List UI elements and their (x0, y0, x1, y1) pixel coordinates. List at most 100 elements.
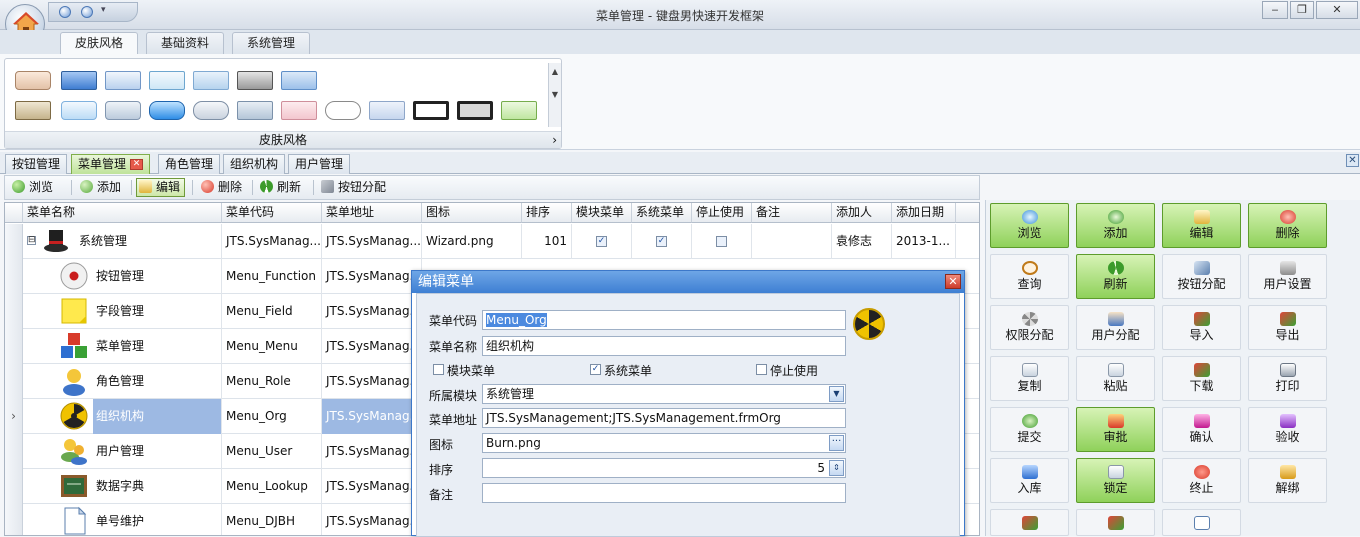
address-input[interactable]: JTS.SysManagement;JTS.SysManagement.frmO… (482, 408, 846, 428)
column-header-stop-use[interactable]: 停止使用 (692, 203, 752, 223)
skin-swatch[interactable] (105, 101, 141, 120)
skin-swatch[interactable] (413, 101, 449, 120)
table-row[interactable]: ⊟ 系统管理 JTS.SysManag... JTS.SysManag... W… (5, 224, 979, 259)
cell-code[interactable]: Menu_Org (222, 399, 322, 434)
panel-approve-button[interactable]: 审批 (1076, 407, 1155, 452)
skin-swatch[interactable] (501, 101, 537, 120)
panel-query-button[interactable]: 查询 (990, 254, 1069, 299)
chevron-down-icon[interactable]: ▼ (829, 386, 844, 402)
row-header[interactable] (5, 504, 23, 535)
panel-terminate-button[interactable]: 终止 (1162, 458, 1241, 503)
cell-name[interactable]: 数据字典 (23, 469, 222, 504)
row-header[interactable] (5, 364, 23, 399)
cell-code[interactable]: Menu_Lookup (222, 469, 322, 504)
cell-address[interactable]: JTS.SysManag... (322, 434, 422, 469)
skin-swatch[interactable] (149, 101, 185, 120)
checkbox-unchecked[interactable] (716, 236, 727, 247)
cell-name[interactable]: 菜单管理 (23, 329, 222, 364)
row-header[interactable] (5, 259, 23, 294)
skin-swatch[interactable] (281, 101, 317, 120)
close-icon[interactable]: ✕ (945, 274, 961, 289)
row-header[interactable] (5, 224, 23, 259)
skin-swatch[interactable] (105, 71, 141, 90)
panel-confirm-button[interactable]: 确认 (1162, 407, 1241, 452)
cell-name[interactable]: 单号维护 (23, 504, 222, 535)
cell-adder[interactable]: 袁修志 (832, 224, 892, 259)
panel-user-settings-button[interactable]: 用户设置 (1248, 254, 1327, 299)
skin-swatch[interactable] (281, 71, 317, 90)
cell-code[interactable]: Menu_DJBH (222, 504, 322, 535)
scroll-up-icon[interactable]: ▲ (549, 67, 561, 76)
column-header-note[interactable]: 备注 (752, 203, 832, 223)
stop-use-checkbox[interactable] (756, 364, 767, 375)
system-menu-checkbox[interactable]: ✓ (590, 364, 601, 375)
icon-input[interactable]: Burn.png ··· (482, 433, 846, 453)
cell-name[interactable]: 角色管理 (23, 364, 222, 399)
panel-unbind-button[interactable]: 解绑 (1248, 458, 1327, 503)
column-header-module-menu[interactable]: 模块菜单 (572, 203, 632, 223)
checkbox-checked[interactable]: ✓ (596, 236, 607, 247)
doc-tab-button-management[interactable]: 按钮管理 (5, 154, 68, 174)
edit-button[interactable]: 编辑 (136, 178, 186, 197)
cell-name[interactable]: 组织机构 (23, 399, 222, 434)
cell-address[interactable]: JTS.SysManag... (322, 504, 422, 535)
row-header[interactable] (5, 329, 23, 364)
button-assign-button[interactable]: 按钮分配 (318, 178, 391, 197)
panel-refresh-button[interactable]: 刷新 (1076, 254, 1155, 299)
skin-swatch[interactable] (193, 71, 229, 90)
panel-user-assign-button[interactable]: 用户分配 (1076, 305, 1155, 350)
cell-module-menu[interactable]: ✓ (572, 224, 632, 259)
cell-order[interactable]: 101 (522, 224, 572, 259)
ribbon-tab-system[interactable]: 系统管理 (232, 32, 311, 54)
row-header[interactable] (5, 469, 23, 504)
panel-export-button[interactable]: 导出 (1248, 305, 1327, 350)
cell-address[interactable]: JTS.SysManag... (322, 364, 422, 399)
panel-submit-button[interactable]: 提交 (990, 407, 1069, 452)
panel-download-button[interactable]: 下载 (1162, 356, 1241, 401)
skin-swatch[interactable] (61, 71, 97, 90)
ribbon-tab-basic-data[interactable]: 基础资料 (146, 32, 225, 54)
skin-swatch[interactable] (325, 101, 361, 120)
column-header-adder[interactable]: 添加人 (832, 203, 892, 223)
panel-paste-button[interactable]: 粘贴 (1076, 356, 1155, 401)
cell-icon[interactable]: Wizard.png (422, 224, 522, 259)
close-button[interactable]: ✕ (1316, 1, 1358, 19)
row-header[interactable] (5, 294, 23, 329)
cell-address[interactable]: JTS.SysManag... (322, 399, 422, 434)
column-header-address[interactable]: 菜单地址 (322, 203, 422, 223)
ribbon-tab-skin[interactable]: 皮肤风格 (60, 32, 139, 54)
panel-more-button[interactable] (990, 509, 1069, 536)
cell-name[interactable]: 字段管理 (23, 294, 222, 329)
menu-name-input[interactable]: 组织机构 (482, 336, 846, 356)
skin-swatch[interactable] (193, 101, 229, 120)
column-header-date[interactable]: 添加日期 (892, 203, 956, 223)
column-header-order[interactable]: 排序 (522, 203, 572, 223)
module-select[interactable]: 系统管理 ▼ (482, 384, 846, 404)
panel-button-assign-button[interactable]: 按钮分配 (1162, 254, 1241, 299)
close-icon[interactable]: ✕ (130, 159, 144, 170)
order-spinner[interactable]: 5 ⇕ (482, 458, 846, 478)
browse-icon[interactable]: ··· (829, 435, 844, 451)
cell-code[interactable]: Menu_Menu (222, 329, 322, 364)
doc-tab-organization[interactable]: 组织机构 (223, 154, 286, 174)
cell-code[interactable]: Menu_Field (222, 294, 322, 329)
row-header[interactable] (5, 434, 23, 469)
cell-name[interactable]: 用户管理 (23, 434, 222, 469)
cell-address[interactable]: JTS.SysManag... (322, 259, 422, 294)
panel-print-button[interactable]: 打印 (1248, 356, 1327, 401)
cell-code[interactable]: JTS.SysManag... (222, 224, 322, 259)
refresh-button[interactable]: 刷新 (257, 178, 306, 197)
skin-swatch[interactable] (61, 101, 97, 120)
close-icon[interactable]: ✕ (1346, 154, 1359, 167)
cell-system-menu[interactable]: ✓ (632, 224, 692, 259)
note-input[interactable] (482, 483, 846, 503)
panel-edit-button[interactable]: 编辑 (1162, 203, 1241, 248)
panel-import-button[interactable]: 导入 (1162, 305, 1241, 350)
panel-stock-in-button[interactable]: 入库 (990, 458, 1069, 503)
column-header-icon[interactable]: 图标 (422, 203, 522, 223)
minimize-button[interactable]: ‒ (1262, 1, 1288, 19)
module-menu-checkbox[interactable] (433, 364, 444, 375)
browse-button[interactable]: 浏览 (9, 178, 58, 197)
panel-permission-button[interactable]: 权限分配 (990, 305, 1069, 350)
cell-code[interactable]: Menu_Role (222, 364, 322, 399)
